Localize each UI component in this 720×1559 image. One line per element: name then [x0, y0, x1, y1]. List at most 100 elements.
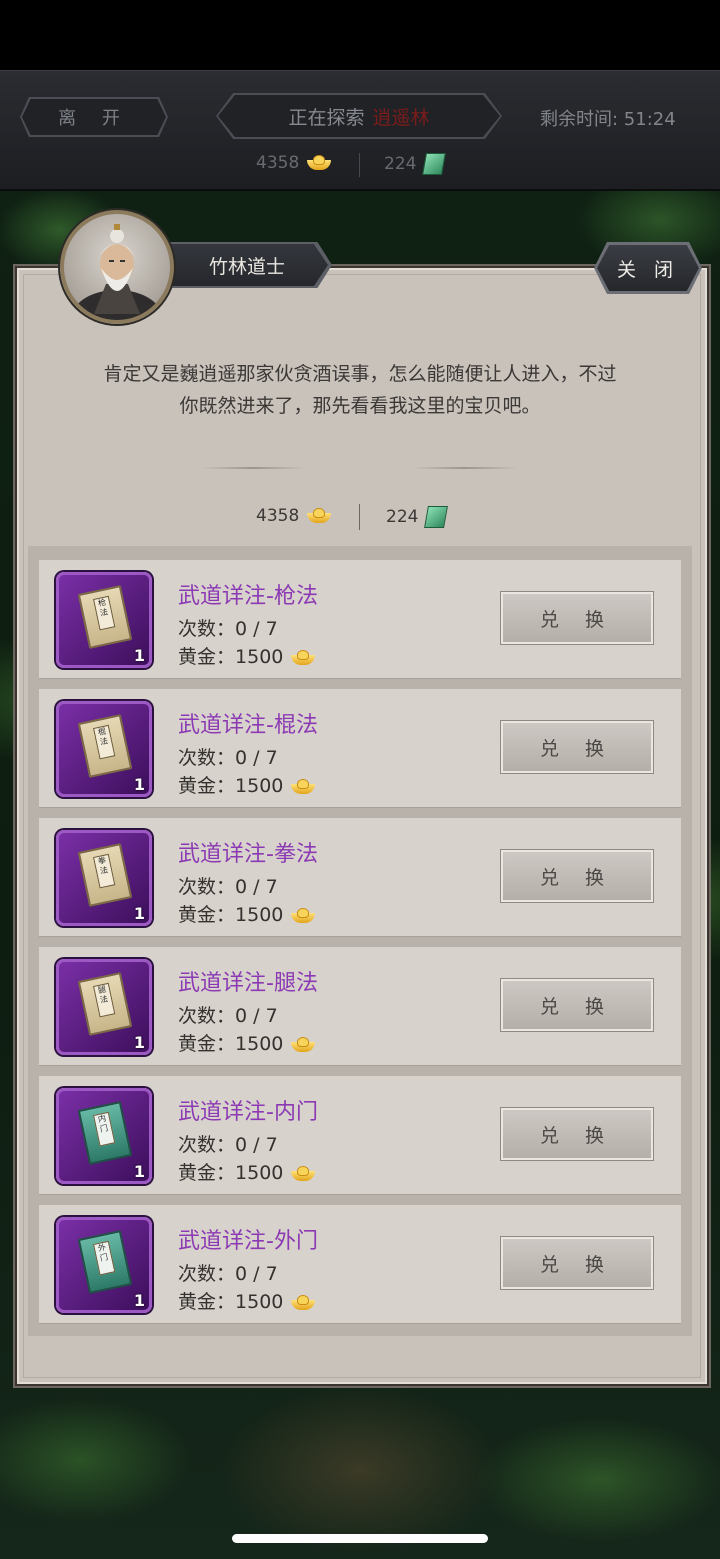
scroll-book-icon: 枪法	[77, 585, 133, 649]
shop-item-row: 外门 1 武道详注-外门 次数：0 / 7 黄金：1500 兑 换	[39, 1205, 681, 1324]
dialog-line-1: 肯定又是巍逍遥那家伙贪酒误事，怎么能随便让人进入，不过	[103, 363, 617, 385]
item-quantity: 1	[133, 1291, 145, 1310]
exchange-button[interactable]: 兑 换	[501, 1108, 653, 1160]
exchange-button[interactable]: 兑 换	[501, 850, 653, 902]
book-title: 棍法	[93, 724, 116, 760]
ornament-left	[200, 467, 306, 469]
item-exchange-count: 次数：0 / 7	[178, 1134, 278, 1156]
item-quantity: 1	[133, 646, 145, 665]
price-value: 1500	[235, 904, 284, 926]
item-icon-frame[interactable]: 棍法 1	[56, 701, 152, 797]
gold-ingot-icon	[291, 1037, 316, 1052]
gold-ingot-icon	[291, 1166, 316, 1181]
item-price: 黄金：1500	[178, 642, 316, 669]
book-title: 内门	[93, 1111, 116, 1147]
item-quantity: 1	[133, 1033, 145, 1052]
panel-gold-value: 4358	[256, 506, 300, 526]
item-quantity: 1	[133, 904, 145, 923]
item-price: 黄金：1500	[178, 1029, 316, 1056]
item-exchange-count: 次数：0 / 7	[178, 876, 278, 898]
home-indicator[interactable]	[232, 1534, 488, 1543]
top-jade: 224	[384, 153, 447, 175]
item-name: 武道详注-腿法	[178, 971, 318, 996]
panel-currency-bar: 4358 224	[0, 504, 720, 530]
status-bar	[0, 0, 720, 70]
exchange-button[interactable]: 兑 换	[501, 979, 653, 1031]
ornament-right	[412, 467, 518, 469]
gold-ingot-icon	[291, 1295, 316, 1310]
currency-divider	[359, 153, 360, 177]
price-label: 黄金：	[178, 1162, 236, 1184]
manual-book-icon: 内门	[77, 1101, 133, 1165]
price-value: 1500	[235, 1033, 284, 1055]
item-quantity: 1	[133, 775, 145, 794]
item-exchange-count: 次数：0 / 7	[178, 618, 278, 640]
panel-jade-value: 224	[386, 507, 419, 527]
gold-ingot-icon	[307, 509, 332, 523]
gold-ingot-icon	[291, 650, 316, 665]
item-price: 黄金：1500	[178, 1158, 316, 1185]
shop-item-row: 棍法 1 武道详注-棍法 次数：0 / 7 黄金：1500 兑 换	[39, 689, 681, 808]
close-button[interactable]: 关 闭	[597, 245, 699, 291]
item-exchange-count: 次数：0 / 7	[178, 1263, 278, 1285]
gold-ingot-icon	[291, 779, 316, 794]
jade-icon	[424, 506, 449, 528]
exchange-button[interactable]: 兑 换	[501, 1237, 653, 1289]
book-title: 枪法	[93, 595, 116, 631]
scroll-book-icon: 拳法	[77, 843, 133, 907]
item-name: 武道详注-内门	[178, 1100, 318, 1125]
item-icon-frame[interactable]: 外门 1	[56, 1217, 152, 1313]
scroll-book-icon: 棍法	[77, 714, 133, 778]
price-label: 黄金：	[178, 904, 236, 926]
exploring-label: 正在探索	[288, 106, 365, 129]
item-icon-frame[interactable]: 内门 1	[56, 1088, 152, 1184]
price-value: 1500	[235, 775, 284, 797]
panel-gold: 4358	[256, 506, 332, 526]
item-name: 武道详注-棍法	[178, 713, 318, 738]
book-title: 外门	[93, 1240, 116, 1276]
top-jade-value: 224	[384, 154, 417, 174]
price-label: 黄金：	[178, 1291, 236, 1313]
price-value: 1500	[235, 1291, 284, 1313]
currency-divider	[359, 504, 360, 530]
location-name: 逍遥林	[372, 106, 430, 129]
item-icon-frame[interactable]: 枪法 1	[56, 572, 152, 668]
exploring-box: 正在探索 逍遥林	[218, 95, 500, 137]
exchange-button[interactable]: 兑 换	[501, 592, 653, 644]
item-price: 黄金：1500	[178, 771, 316, 798]
npc-name: 竹林道士	[152, 244, 328, 286]
price-label: 黄金：	[178, 1033, 236, 1055]
dialog-line-2: 你既然进来了，那先看看我这里的宝贝吧。	[179, 395, 541, 417]
shop-item-row: 内门 1 武道详注-内门 次数：0 / 7 黄金：1500 兑 换	[39, 1076, 681, 1195]
price-value: 1500	[235, 1162, 284, 1184]
exchange-button[interactable]: 兑 换	[501, 721, 653, 773]
price-label: 黄金：	[178, 775, 236, 797]
item-exchange-count: 次数：0 / 7	[178, 1005, 278, 1027]
item-price: 黄金：1500	[178, 1287, 316, 1314]
item-name: 武道详注-拳法	[178, 842, 318, 867]
shop-item-row: 拳法 1 武道详注-拳法 次数：0 / 7 黄金：1500 兑 换	[39, 818, 681, 937]
item-icon-frame[interactable]: 腿法 1	[56, 959, 152, 1055]
gold-ingot-icon	[291, 908, 316, 923]
manual-book-icon: 外门	[77, 1230, 133, 1294]
panel-jade: 224	[386, 506, 449, 528]
item-name: 武道详注-枪法	[178, 584, 318, 609]
top-gold-value: 4358	[256, 153, 300, 173]
item-icon-frame[interactable]: 拳法 1	[56, 830, 152, 926]
npc-dialog: 肯定又是巍逍遥那家伙贪酒误事，怎么能随便让人进入，不过 你既然进来了，那先看看我…	[60, 358, 660, 422]
price-value: 1500	[235, 646, 284, 668]
jade-icon	[422, 153, 447, 175]
price-label: 黄金：	[178, 646, 236, 668]
gold-ingot-icon	[307, 156, 332, 170]
remaining-time: 剩余时间: 51:24	[540, 109, 676, 130]
top-currency-bar: 4358 224	[0, 153, 720, 177]
shop-item-row: 枪法 1 武道详注-枪法 次数：0 / 7 黄金：1500 兑 换	[39, 560, 681, 679]
item-exchange-count: 次数：0 / 7	[178, 747, 278, 769]
top-gold: 4358	[256, 153, 332, 173]
scroll-book-icon: 腿法	[77, 972, 133, 1036]
daoist-portrait-icon	[73, 224, 161, 320]
top-bar: 离 开 正在探索 逍遥林 剩余时间: 51:24 4358 224	[0, 70, 720, 191]
leave-button[interactable]: 离 开	[22, 99, 166, 135]
book-title: 腿法	[93, 982, 116, 1018]
item-price: 黄金：1500	[178, 900, 316, 927]
